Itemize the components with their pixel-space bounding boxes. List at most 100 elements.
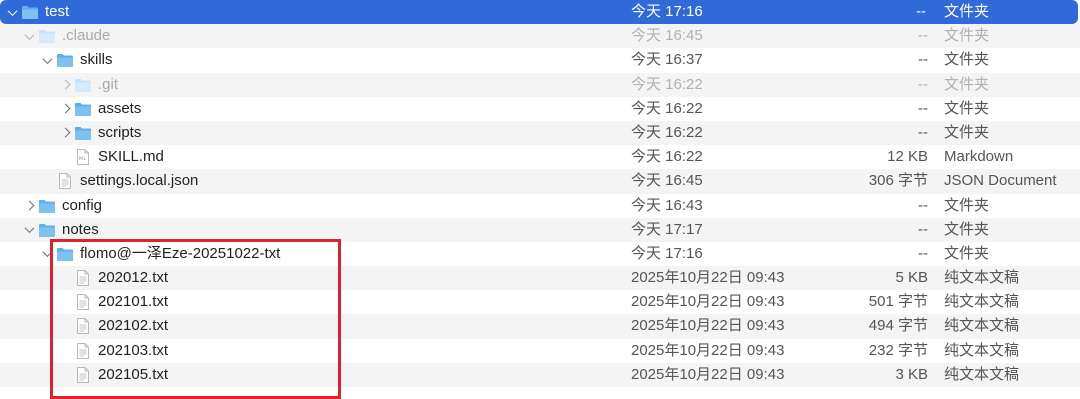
item-date-modified: 今天 16:22 (631, 99, 703, 117)
item-kind: 纯文本文稿 (944, 269, 1020, 287)
folder-icon (74, 101, 92, 117)
item-date-modified: 2025年10月22日 09:43 (631, 341, 785, 359)
item-size: -- (918, 123, 928, 141)
item-name: flomo@一泽Eze-20251022-txt (80, 244, 281, 262)
folder-row[interactable]: .git 今天 16:22 -- 文件夹 (0, 72, 1080, 97)
file-row[interactable]: 202105.txt 2025年10月22日 09:43 3 KB 纯文本文稿 (0, 362, 1080, 387)
item-date-modified: 今天 16:37 (631, 51, 703, 69)
chevron-right-icon[interactable] (58, 121, 72, 145)
document-icon (58, 173, 76, 190)
folder-row[interactable]: scripts 今天 16:22 -- 文件夹 (0, 120, 1080, 146)
item-size: 494 字节 (868, 317, 928, 335)
item-date-modified: 2025年10月22日 09:43 (631, 293, 785, 311)
svg-text:M↓: M↓ (79, 156, 87, 162)
file-row[interactable]: 202102.txt 2025年10月22日 09:43 494 字节 纯文本文稿 (0, 314, 1080, 339)
document-icon (76, 270, 94, 287)
item-date-modified: 今天 16:22 (631, 148, 703, 166)
item-kind: 文件夹 (944, 244, 990, 262)
file-row[interactable]: 202103.txt 2025年10月22日 09:43 232 字节 纯文本文稿 (0, 339, 1080, 363)
item-name: 202103.txt (98, 341, 169, 359)
folder-icon (38, 222, 56, 238)
folder-icon (21, 4, 39, 20)
item-name: 202012.txt (98, 269, 169, 287)
folder-row[interactable]: test 今天 17:16 -- 文件夹 (0, 0, 1078, 25)
item-date-modified: 2025年10月22日 09:43 (631, 365, 785, 383)
item-name: 202102.txt (98, 317, 169, 335)
chevron-down-icon[interactable] (22, 24, 36, 48)
chevron-down-icon[interactable] (40, 48, 54, 72)
item-date-modified: 2025年10月22日 09:43 (631, 269, 785, 287)
folder-row[interactable]: skills 今天 16:37 -- 文件夹 (0, 48, 1080, 72)
item-name: .git (98, 75, 119, 93)
item-date-modified: 今天 16:22 (631, 75, 703, 93)
item-kind: 文件夹 (944, 220, 990, 238)
folder-row[interactable]: flomo@一泽Eze-20251022-txt 今天 17:16 -- 文件夹 (0, 242, 1080, 266)
item-size: 501 字节 (868, 293, 928, 311)
item-kind: 纯文本文稿 (944, 365, 1020, 383)
item-kind: 文件夹 (944, 123, 990, 141)
chevron-down-icon[interactable] (22, 218, 36, 242)
item-kind: 文件夹 (944, 3, 990, 20)
document-icon (76, 318, 94, 335)
chevron-down-icon[interactable] (40, 242, 54, 266)
item-name: test (45, 3, 70, 20)
item-name: settings.local.json (80, 172, 199, 190)
item-kind: 纯文本文稿 (944, 341, 1020, 359)
folder-row[interactable]: config 今天 16:43 -- 文件夹 (0, 194, 1080, 218)
document-icon (76, 294, 94, 311)
folder-icon (38, 198, 56, 214)
folder-row[interactable]: .claude 今天 16:45 -- 文件夹 (0, 24, 1080, 49)
item-name: skills (80, 51, 113, 69)
item-date-modified: 今天 16:43 (631, 196, 703, 214)
folder-icon (56, 246, 74, 262)
item-size: 306 字节 (868, 172, 928, 190)
item-kind: Markdown (944, 148, 1014, 166)
item-size: 12 KB (887, 148, 928, 166)
file-row[interactable]: settings.local.json 今天 16:45 306 字节 JSON Do… (0, 169, 1080, 194)
file-row[interactable]: 202012.txt 2025年10月22日 09:43 5 KB 纯文本文稿 (0, 266, 1080, 291)
folder-icon (74, 77, 92, 93)
item-size: -- (916, 3, 926, 20)
item-name: notes (62, 220, 99, 238)
item-kind: 纯文本文稿 (944, 293, 1020, 311)
document-icon (76, 366, 94, 383)
item-name: assets (98, 99, 142, 117)
item-date-modified: 今天 17:16 (631, 244, 703, 262)
document-icon (76, 342, 94, 359)
item-date-modified: 今天 16:45 (631, 27, 703, 45)
item-size: -- (918, 244, 928, 262)
item-name: SKILL.md (98, 148, 164, 166)
item-size: -- (918, 220, 928, 238)
chevron-right-icon[interactable] (22, 194, 36, 218)
file-row[interactable]: 202101.txt 2025年10月22日 09:43 501 字节 纯文本文稿 (0, 290, 1080, 314)
file-row[interactable]: M↓ SKILL.md 今天 16:22 12 KB Markdown (0, 145, 1080, 169)
item-size: -- (918, 51, 928, 69)
item-size: -- (918, 99, 928, 117)
item-kind: JSON Document (944, 172, 1057, 190)
file-list: test 今天 17:16 -- 文件夹 .claude 今天 16:45 -- 文件夹 ski… (0, 0, 1080, 387)
item-date-modified: 今天 16:22 (631, 123, 703, 141)
item-kind: 文件夹 (944, 99, 990, 117)
chevron-right-icon[interactable] (58, 97, 72, 121)
item-kind: 文件夹 (944, 27, 990, 45)
folder-row[interactable]: assets 今天 16:22 -- 文件夹 (0, 97, 1080, 121)
folder-icon (38, 28, 56, 44)
item-name: 202101.txt (98, 293, 169, 311)
item-size: -- (918, 27, 928, 45)
item-name: .claude (62, 27, 111, 45)
item-size: -- (918, 196, 928, 214)
item-name: scripts (98, 123, 142, 141)
item-name: config (62, 196, 103, 214)
item-date-modified: 今天 16:45 (631, 172, 703, 190)
item-size: 232 字节 (868, 341, 928, 359)
item-kind: 文件夹 (944, 51, 990, 69)
item-kind: 文件夹 (944, 75, 990, 93)
item-kind: 文件夹 (944, 196, 990, 214)
item-kind: 纯文本文稿 (944, 317, 1020, 335)
item-date-modified: 2025年10月22日 09:43 (631, 317, 785, 335)
chevron-right-icon[interactable] (58, 73, 72, 97)
chevron-down-icon[interactable] (5, 0, 19, 24)
folder-row[interactable]: notes 今天 17:17 -- 文件夹 (0, 217, 1080, 242)
item-size: 5 KB (895, 269, 928, 287)
item-date-modified: 今天 17:16 (631, 3, 703, 20)
